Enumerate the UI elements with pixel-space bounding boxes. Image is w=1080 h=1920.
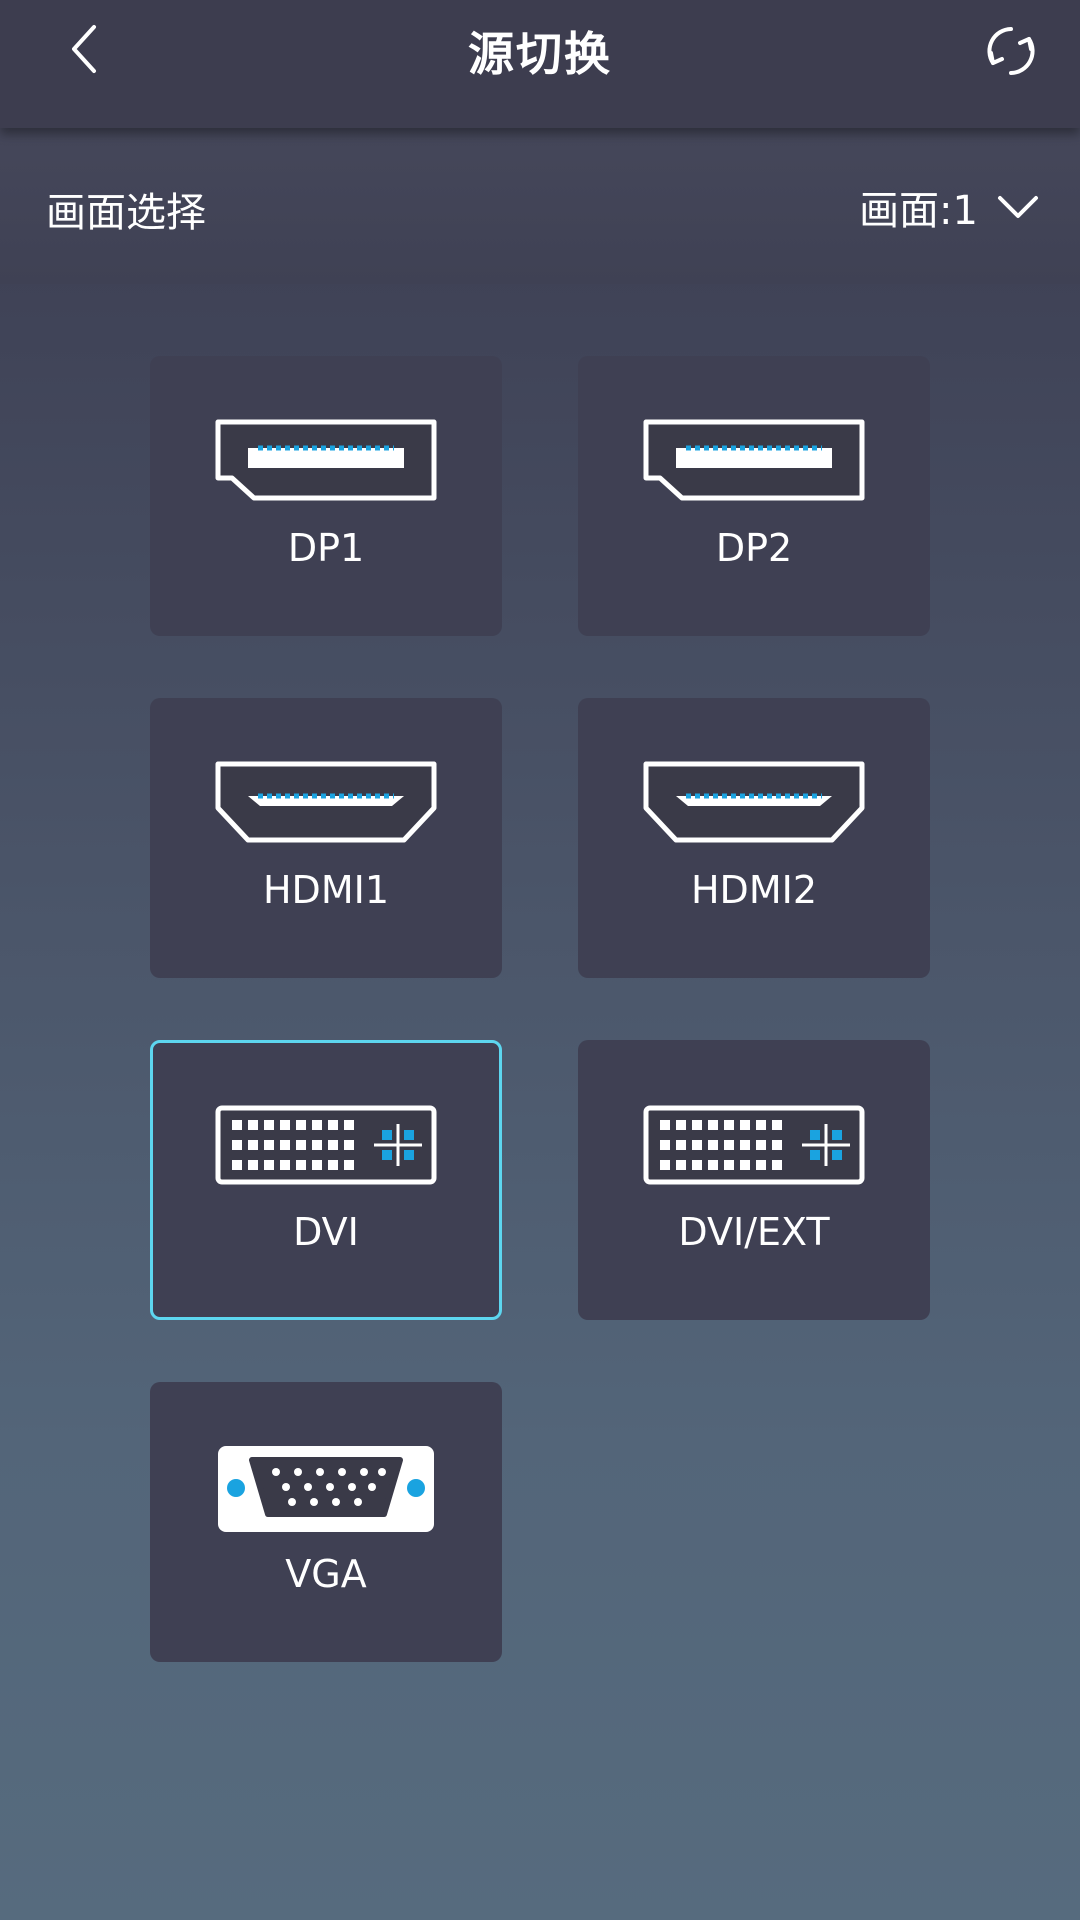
source-label: DVI/EXT <box>678 1210 830 1254</box>
source-tile-dvi[interactable]: DVI <box>150 1040 502 1320</box>
displayport-icon <box>215 419 437 501</box>
refresh-button[interactable] <box>976 16 1046 86</box>
hdmi-icon <box>215 761 437 843</box>
source-label: DP2 <box>715 526 793 570</box>
screen-selector-label: 画面选择 <box>46 190 206 236</box>
hdmi-icon <box>643 761 865 843</box>
source-label: HDMI1 <box>262 868 389 912</box>
source-tile-vga[interactable]: VGA <box>150 1382 502 1662</box>
dvi-icon <box>215 1105 437 1185</box>
refresh-icon <box>987 27 1035 75</box>
chevron-down-icon <box>998 196 1038 218</box>
source-label: DVI <box>293 1210 359 1254</box>
top-app-bar: 源切换 <box>0 0 1080 128</box>
screen-dropdown-value: 画面:1 <box>859 188 978 234</box>
source-tile-dp2[interactable]: DP2 <box>578 356 930 636</box>
screen-dropdown[interactable]: 画面:1 <box>859 178 1040 236</box>
dvi-icon <box>643 1105 865 1185</box>
source-tile-hdmi2[interactable]: HDMI2 <box>578 698 930 978</box>
source-tile-dvi-ext[interactable]: DVI/EXT <box>578 1040 930 1320</box>
source-label: DP1 <box>287 526 365 570</box>
displayport-icon <box>643 419 865 501</box>
source-tile-dp1[interactable]: DP1 <box>150 356 502 636</box>
page-title: 源切换 <box>468 27 612 81</box>
source-tile-hdmi1[interactable]: HDMI1 <box>150 698 502 978</box>
source-label: VGA <box>285 1552 367 1596</box>
screen-selector-bar: 画面选择 画面:1 <box>0 128 1080 284</box>
vga-icon <box>218 1446 434 1532</box>
source-label: HDMI2 <box>690 868 817 912</box>
